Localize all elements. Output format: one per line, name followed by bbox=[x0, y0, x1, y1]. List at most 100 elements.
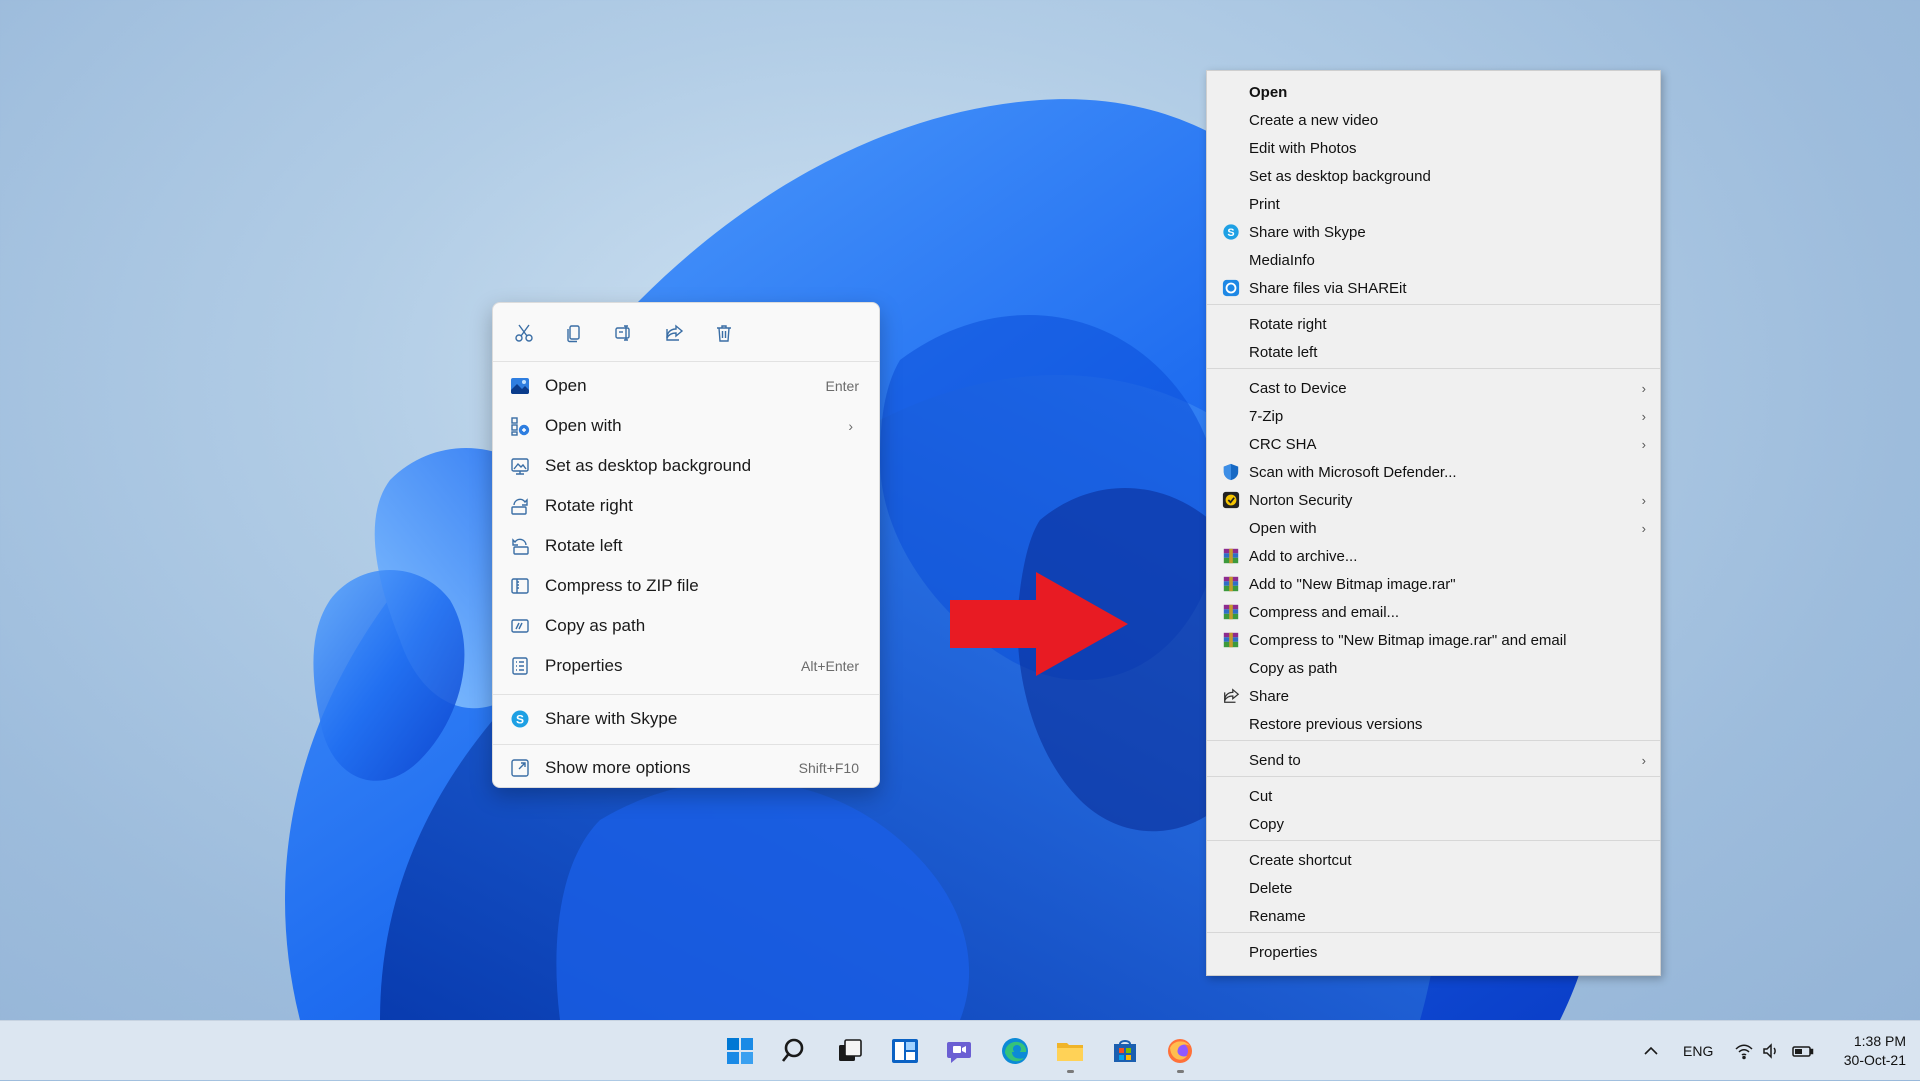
cut-icon bbox=[515, 324, 533, 342]
open-with-icon bbox=[509, 415, 531, 437]
start-button[interactable] bbox=[720, 1031, 760, 1071]
chevron-right-icon: › bbox=[1641, 436, 1646, 452]
rename-button[interactable] bbox=[607, 317, 641, 349]
wifi-icon bbox=[1735, 1044, 1753, 1060]
cut-button[interactable] bbox=[507, 317, 541, 349]
copy-icon bbox=[567, 325, 580, 343]
speaker-icon bbox=[1763, 1043, 1776, 1059]
classic-item-open[interactable]: Open bbox=[1209, 78, 1658, 106]
menu-item-open[interactable]: Open Enter bbox=[499, 367, 873, 405]
classic-item-rotate-right[interactable]: Rotate right bbox=[1209, 310, 1658, 338]
svg-text:S: S bbox=[1227, 227, 1234, 239]
image-icon bbox=[509, 375, 531, 397]
chevron-right-icon: › bbox=[1641, 492, 1646, 508]
edge-button[interactable] bbox=[995, 1031, 1035, 1071]
context-menu-toolbar bbox=[493, 303, 879, 362]
delete-button[interactable] bbox=[707, 317, 741, 349]
running-indicator bbox=[1177, 1070, 1184, 1073]
taskbar: ENG 1:38 PM 30-Oct-21 bbox=[0, 1020, 1920, 1080]
menu-separator bbox=[1207, 776, 1660, 777]
classic-item-7zip[interactable]: 7-Zip › bbox=[1209, 402, 1658, 430]
edge-icon bbox=[1002, 1038, 1028, 1064]
copy-button[interactable] bbox=[557, 317, 591, 349]
modern-context-menu: Open Enter Open with › Set as desktop ba… bbox=[492, 302, 880, 788]
classic-item-compress-email[interactable]: Compress and email... bbox=[1209, 598, 1658, 626]
classic-item-share-skype[interactable]: S Share with Skype bbox=[1209, 218, 1658, 246]
show-hidden-icons-button[interactable] bbox=[1642, 1021, 1660, 1081]
classic-item-copy[interactable]: Copy bbox=[1209, 810, 1658, 838]
clock-time: 1:38 PM bbox=[1853, 1033, 1906, 1049]
chevron-right-icon: › bbox=[1641, 380, 1646, 396]
classic-item-print[interactable]: Print bbox=[1209, 190, 1658, 218]
menu-item-properties[interactable]: Properties Alt+Enter bbox=[499, 647, 873, 685]
classic-item-edit-photos[interactable]: Edit with Photos bbox=[1209, 134, 1658, 162]
classic-item-share[interactable]: Share bbox=[1209, 682, 1658, 710]
classic-item-cut[interactable]: Cut bbox=[1209, 782, 1658, 810]
language-indicator[interactable]: ENG bbox=[1683, 1021, 1713, 1081]
firefox-button[interactable] bbox=[1160, 1031, 1200, 1073]
menu-separator bbox=[1207, 932, 1660, 933]
classic-item-cast-to-device[interactable]: Cast to Device › bbox=[1209, 374, 1658, 402]
classic-item-crc-sha[interactable]: CRC SHA › bbox=[1209, 430, 1658, 458]
menu-item-rotate-right[interactable]: Rotate right bbox=[499, 487, 873, 525]
task-view-button[interactable] bbox=[830, 1031, 870, 1071]
delete-icon bbox=[717, 325, 731, 342]
classic-item-copy-as-path[interactable]: Copy as path bbox=[1209, 654, 1658, 682]
battery-status[interactable] bbox=[1792, 1021, 1814, 1081]
classic-item-send-to[interactable]: Send to › bbox=[1209, 746, 1658, 774]
classic-item-delete[interactable]: Delete bbox=[1209, 874, 1658, 902]
classic-item-shareit[interactable]: Share files via SHAREit bbox=[1209, 274, 1658, 302]
menu-item-copy-as-path[interactable]: Copy as path bbox=[499, 607, 873, 645]
teams-chat-button[interactable] bbox=[940, 1031, 980, 1071]
winrar-icon bbox=[1221, 546, 1241, 566]
share-button[interactable] bbox=[657, 317, 691, 349]
menu-item-share-skype[interactable]: S Share with Skype bbox=[499, 700, 873, 738]
classic-item-scan-defender[interactable]: Scan with Microsoft Defender... bbox=[1209, 458, 1658, 486]
menu-item-compress-zip[interactable]: Compress to ZIP file bbox=[499, 567, 873, 605]
classic-item-open-with[interactable]: Open with › bbox=[1209, 514, 1658, 542]
classic-item-compress-rar-email[interactable]: Compress to "New Bitmap image.rar" and e… bbox=[1209, 626, 1658, 654]
teams-chat-icon bbox=[947, 1042, 971, 1063]
classic-item-mediainfo[interactable]: MediaInfo bbox=[1209, 246, 1658, 274]
menu-separator bbox=[493, 744, 879, 745]
shareit-icon bbox=[1221, 278, 1241, 298]
classic-item-create-video[interactable]: Create a new video bbox=[1209, 106, 1658, 134]
file-explorer-button[interactable] bbox=[1050, 1031, 1090, 1073]
menu-item-show-more-options[interactable]: Show more options Shift+F10 bbox=[499, 749, 873, 787]
menu-item-open-with[interactable]: Open with › bbox=[499, 407, 873, 445]
classic-item-rename[interactable]: Rename bbox=[1209, 902, 1658, 930]
rotate-left-icon bbox=[509, 535, 531, 557]
classic-item-rotate-left[interactable]: Rotate left bbox=[1209, 338, 1658, 366]
store-button[interactable] bbox=[1105, 1031, 1145, 1071]
chevron-right-icon: › bbox=[1641, 752, 1646, 768]
system-clock[interactable]: 1:38 PM 30-Oct-21 bbox=[1844, 1032, 1906, 1070]
task-view-icon bbox=[839, 1039, 862, 1061]
winrar-icon bbox=[1221, 630, 1241, 650]
red-arrow bbox=[950, 572, 1128, 676]
menu-item-rotate-left[interactable]: Rotate left bbox=[499, 527, 873, 565]
classic-item-create-shortcut[interactable]: Create shortcut bbox=[1209, 846, 1658, 874]
widgets-icon bbox=[892, 1039, 918, 1063]
classic-item-add-to-archive[interactable]: Add to archive... bbox=[1209, 542, 1658, 570]
more-options-icon bbox=[509, 757, 531, 779]
file-explorer-icon bbox=[1057, 1043, 1083, 1061]
widgets-button[interactable] bbox=[885, 1031, 925, 1071]
wifi-status[interactable] bbox=[1735, 1021, 1753, 1081]
classic-item-properties[interactable]: Properties bbox=[1209, 938, 1658, 966]
menu-item-set-desktop-background[interactable]: Set as desktop background bbox=[499, 447, 873, 485]
classic-context-menu: Open Create a new video Edit with Photos… bbox=[1206, 70, 1661, 976]
classic-item-set-desktop-background[interactable]: Set as desktop background bbox=[1209, 162, 1658, 190]
classic-item-add-to-rar[interactable]: Add to "New Bitmap image.rar" bbox=[1209, 570, 1658, 598]
classic-item-norton[interactable]: Norton Security › bbox=[1209, 486, 1658, 514]
chevron-right-icon: › bbox=[848, 418, 853, 434]
desktop-background-icon bbox=[509, 455, 531, 477]
svg-text:S: S bbox=[516, 713, 524, 727]
menu-separator bbox=[1207, 304, 1660, 305]
start-icon bbox=[727, 1038, 753, 1064]
search-button[interactable] bbox=[775, 1031, 815, 1071]
copy-path-icon bbox=[509, 615, 531, 637]
clock-date: 30-Oct-21 bbox=[1843, 1052, 1906, 1068]
classic-item-restore-versions[interactable]: Restore previous versions bbox=[1209, 710, 1658, 738]
skype-icon: S bbox=[1221, 222, 1241, 242]
volume-status[interactable] bbox=[1762, 1021, 1780, 1081]
